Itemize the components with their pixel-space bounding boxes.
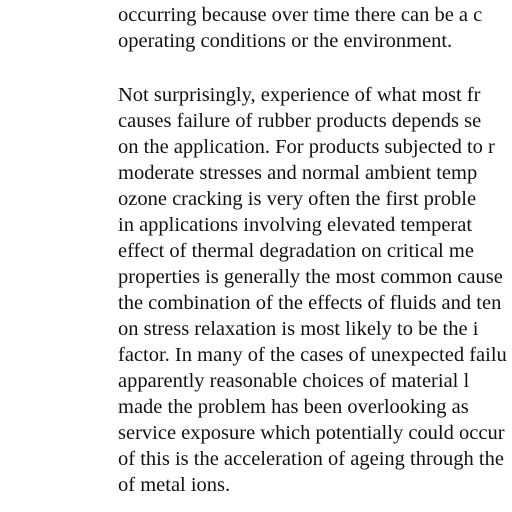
text-line: on stress relaxation is most likely to b… bbox=[118, 318, 479, 340]
text-line: properties is generally the most common … bbox=[118, 266, 503, 288]
text-line: service exposure which potentially could… bbox=[118, 422, 505, 444]
text-line: in applications involving elevated tempe… bbox=[118, 214, 473, 236]
text-line: moderate stresses and normal ambient tem… bbox=[118, 162, 478, 184]
text-line: factor. In many of the cases of unexpect… bbox=[118, 344, 507, 366]
text-line: occurring because over time there can be… bbox=[118, 4, 483, 26]
text-line: apparently reasonable choices of materia… bbox=[118, 370, 470, 392]
text-line: made the problem has been overlooking as bbox=[118, 396, 469, 418]
text-line: on the application. For products subject… bbox=[118, 136, 495, 158]
text-line: causes failure of rubber products depend… bbox=[118, 110, 482, 132]
text-line: of this is the acceleration of ageing th… bbox=[118, 448, 504, 470]
text-line: operating conditions or the environment. bbox=[118, 30, 453, 52]
text-line: ozone cracking is very often the first p… bbox=[118, 188, 477, 210]
text-line: of metal ions. bbox=[118, 474, 231, 496]
text-line: the combination of the effects of fluids… bbox=[118, 292, 502, 314]
text-line: Not surprisingly, experience of what mos… bbox=[118, 84, 481, 106]
text-line: effect of thermal degradation on critica… bbox=[118, 240, 474, 262]
